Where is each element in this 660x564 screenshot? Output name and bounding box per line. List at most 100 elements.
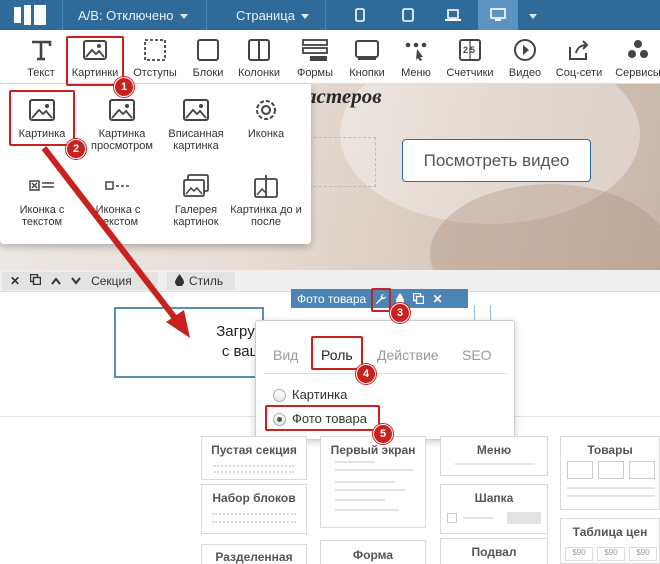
top-navigation-bar: A/B: Отключено Страница [0, 0, 660, 30]
dropdown-item-icon[interactable]: Иконка [228, 94, 304, 140]
template-card[interactable]: Меню [440, 436, 548, 476]
tab-action[interactable]: Действие [377, 347, 439, 363]
tool-label: Блоки [192, 67, 224, 79]
tool-forms[interactable]: Формы [294, 30, 336, 84]
style-label: Стиль [189, 274, 224, 288]
tool-menu[interactable]: Меню [398, 30, 434, 84]
template-card[interactable]: Шапка [440, 484, 548, 534]
role-radio-image[interactable] [273, 389, 286, 402]
tool-columns[interactable]: Колонки [236, 30, 282, 84]
duplicate-icon[interactable] [29, 273, 42, 288]
dropdown-item-image-preview[interactable]: Картинка просмотром [84, 94, 160, 152]
template-title: Меню [476, 443, 512, 457]
device-tablet-button[interactable] [388, 0, 428, 30]
dropdown-item-icon-text[interactable]: Иконка с текстом [4, 170, 80, 228]
chevron-down-icon[interactable] [71, 274, 81, 288]
chevron-up-icon[interactable] [51, 274, 61, 288]
section-controls: ✕ Секция [2, 272, 158, 290]
ab-test-dropdown[interactable]: A/B: Отключено [78, 0, 188, 30]
dropdown-item-gallery[interactable]: Галерея картинок [158, 170, 234, 228]
ab-test-label: A/B: Отключено [78, 7, 174, 23]
dropdown-item-fit-image[interactable]: Вписанная картинка [158, 94, 234, 152]
role-option-label: Картинка [292, 387, 348, 402]
dropdown-item-label: Картинка до и после [230, 204, 302, 228]
duplicate-icon[interactable] [409, 289, 428, 308]
template-title: Товары [587, 443, 633, 457]
tool-blocks[interactable]: Блоки [188, 30, 228, 84]
tool-label: Видео [508, 67, 542, 79]
before-after-icon [250, 170, 282, 202]
step-badge: 2 [66, 139, 86, 159]
tool-video[interactable]: Видео [505, 30, 545, 84]
highlight-images-tool [66, 36, 124, 86]
dropdown-item-label: Иконка с текстом [95, 204, 141, 228]
template-title: Шапка [474, 491, 514, 505]
tool-label: Текст [27, 67, 55, 79]
block-icon [194, 36, 222, 64]
element-name-label: Фото товара [297, 291, 367, 306]
highlight-role-tab [311, 336, 363, 370]
tool-label: Колонки [238, 67, 280, 79]
product-text: Загрузи с ваше [150, 322, 270, 362]
device-desktop-button[interactable] [478, 0, 518, 30]
gear-icon [250, 94, 282, 126]
tool-text[interactable]: Текст [21, 30, 61, 84]
tool-services[interactable]: Сервисы [612, 30, 660, 84]
close-icon[interactable]: ✕ [428, 289, 447, 308]
tool-counters[interactable]: 25 Счетчики [444, 30, 496, 84]
dropdown-item-icon-text-line[interactable]: Иконка с текстом [80, 170, 156, 228]
highlight-image-item [9, 90, 75, 146]
template-card[interactable]: Товары [560, 436, 660, 510]
image-fit-icon [180, 94, 212, 126]
tool-label: Соц-сети [555, 67, 603, 79]
page-label: Страница [236, 7, 295, 23]
spacing-icon [141, 36, 169, 64]
template-title: Набор блоков [212, 491, 296, 505]
tool-social[interactable]: Соц-сети [554, 30, 604, 84]
dropdown-item-label: Галерея картинок [173, 204, 219, 228]
device-laptop-button[interactable] [433, 0, 473, 30]
template-card[interactable]: Первый экран [320, 436, 426, 528]
template-card[interactable]: Пустая секция [201, 436, 307, 480]
drop-icon [175, 273, 184, 289]
desktop-icon [490, 8, 506, 21]
chevron-down-icon [300, 13, 309, 19]
tool-buttons[interactable]: Кнопки [346, 30, 388, 84]
template-title: Разделенная [215, 550, 293, 564]
dropdown-item-label: Иконка с текстом [19, 204, 65, 228]
text-t-icon [27, 36, 55, 64]
device-mobile-button[interactable] [340, 0, 380, 30]
step-badge: 4 [356, 364, 376, 384]
template-card[interactable]: Набор блоков [201, 484, 307, 534]
svg-text:2: 2 [463, 45, 468, 55]
tab-view[interactable]: Вид [273, 347, 298, 363]
page-dropdown[interactable]: Страница [236, 0, 309, 30]
highlight-product-photo-option [265, 405, 380, 431]
button-icon [353, 36, 381, 64]
image-preview-icon [106, 94, 138, 126]
tool-label: Отступы [133, 67, 177, 79]
dropdown-item-label: Иконка [247, 128, 285, 140]
style-button[interactable]: Стиль [167, 272, 235, 290]
device-more-button[interactable] [520, 0, 546, 30]
watch-video-button[interactable]: Посмотреть видео [402, 139, 591, 182]
icon-text-icon [26, 170, 58, 202]
close-icon[interactable]: ✕ [10, 274, 20, 288]
template-card[interactable]: Разделенная [201, 544, 307, 564]
app-logo[interactable] [14, 5, 48, 25]
template-card[interactable]: Форма [320, 540, 426, 564]
hero-title: астеров [306, 84, 382, 108]
tab-seo[interactable]: SEO [462, 347, 492, 363]
step-badge: 1 [114, 77, 134, 97]
tool-spacing[interactable]: Отступы [130, 30, 180, 84]
gallery-icon [180, 170, 212, 202]
template-card[interactable]: Подвал [440, 538, 548, 564]
columns-icon [245, 36, 273, 64]
menu-icon [402, 36, 430, 64]
template-title: Подвал [471, 545, 517, 559]
dropdown-item-before-after[interactable]: Картинка до и после [228, 170, 304, 228]
chevron-down-icon [529, 13, 537, 19]
template-card[interactable]: Таблица цен $90 $90 $90 [560, 518, 660, 564]
counter-icon: 25 [456, 36, 484, 64]
product-text-line: Загрузи [216, 323, 270, 340]
